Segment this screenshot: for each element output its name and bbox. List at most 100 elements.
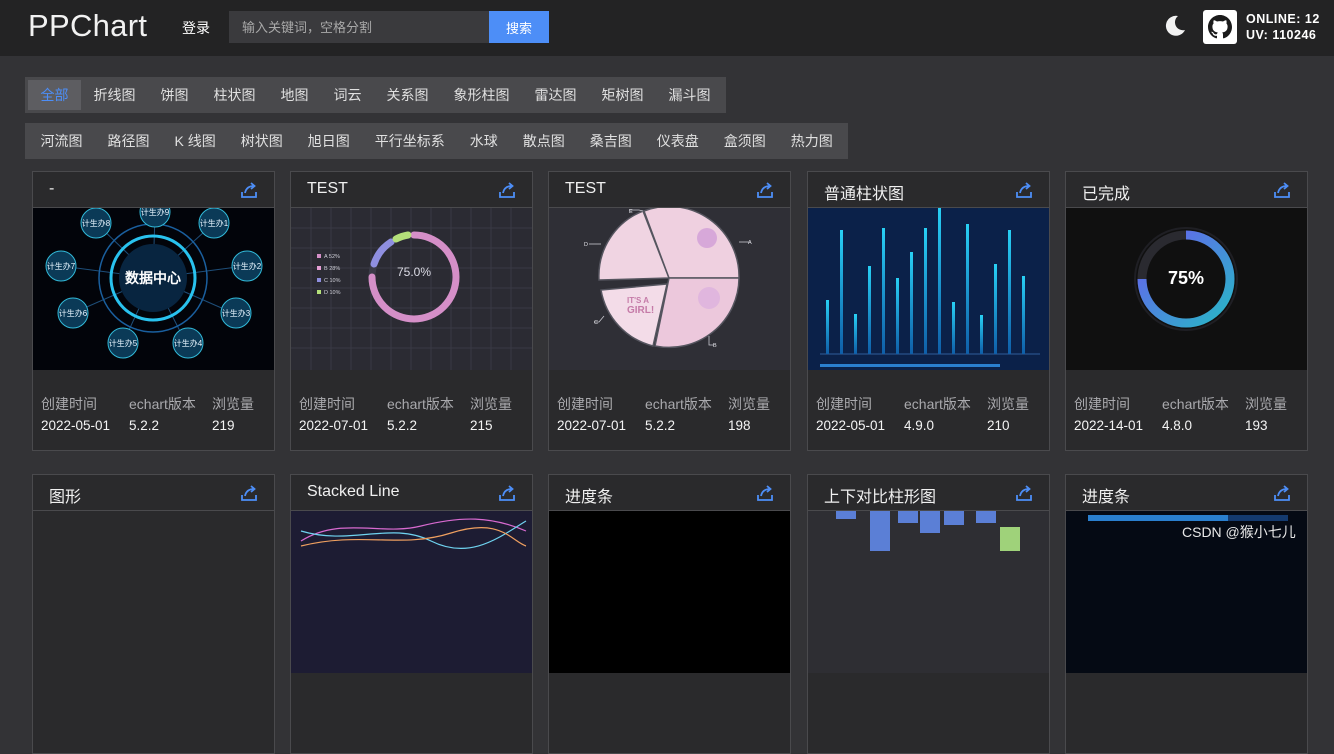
created-value: 2022-14-01	[1074, 418, 1144, 433]
category-heatmap[interactable]: 热力图	[778, 126, 845, 156]
version-label: echart版本	[387, 396, 454, 412]
svg-text:B 28%: B 28%	[324, 266, 340, 272]
share-icon[interactable]	[498, 181, 516, 199]
svg-text:B: B	[713, 343, 717, 349]
share-icon[interactable]	[240, 181, 258, 199]
category-candlestick[interactable]: K 线图	[162, 126, 228, 156]
chart-card[interactable]: 上下对比柱形图	[807, 474, 1050, 754]
chart-thumbnail[interactable]: 数据中心 计生办9 计生办1 计生办2 计生办3 计生办4 计生办5 计生办6 …	[33, 208, 274, 370]
thumb-center-label: 数据中心	[125, 270, 181, 286]
svg-text:计生办8: 计生办8	[82, 218, 111, 228]
visitor-stats: ONLINE: 12 UV: 110246	[1246, 11, 1320, 43]
version-label: echart版本	[1162, 396, 1229, 412]
card-title: 上下对比柱形图	[824, 489, 937, 506]
version-label: echart版本	[645, 396, 712, 412]
chart-thumbnail[interactable]: 75.0% A 52% B 28% C 10% D 10%	[291, 208, 532, 370]
category-pie[interactable]: 饼图	[148, 80, 201, 110]
svg-text:计生办3: 计生办3	[222, 308, 251, 318]
uv-label: UV:	[1246, 28, 1269, 42]
card-header: TEST	[291, 172, 532, 208]
thumb-percent: 75.0%	[397, 265, 431, 279]
card-meta: 创建时间 2022-05-01 echart版本 4.9.0 浏览量 210	[816, 394, 1049, 433]
card-header: 上下对比柱形图	[808, 475, 1049, 511]
category-treemap[interactable]: 矩树图	[589, 80, 656, 110]
category-scatter[interactable]: 散点图	[510, 126, 577, 156]
category-boxplot[interactable]: 盒须图	[711, 126, 778, 156]
chart-card[interactable]: - 数据中心 计生办9 计生办1 计生办2 计生办3 计生办4 计生办5 计生办…	[32, 171, 275, 451]
chart-thumbnail[interactable]	[808, 208, 1049, 370]
chart-thumbnail[interactable]	[808, 511, 1049, 673]
created-value: 2022-05-01	[41, 418, 111, 433]
created-label: 创建时间	[1074, 396, 1130, 412]
chart-thumbnail[interactable]	[33, 511, 274, 673]
chart-card[interactable]: 普通柱状图 创建时间 2022-05-01 echart版本 4.9.0 浏览量…	[807, 171, 1050, 451]
chart-card[interactable]: TEST IT'S A GIRL! E A B C D 创建时间 2022-07…	[548, 171, 791, 451]
chart-thumbnail[interactable]	[291, 511, 532, 673]
version-label: echart版本	[904, 396, 971, 412]
share-icon[interactable]	[1273, 484, 1291, 502]
category-funnel[interactable]: 漏斗图	[656, 80, 723, 110]
svg-text:计生办9: 计生办9	[141, 208, 170, 217]
category-liquidfill[interactable]: 水球	[457, 126, 510, 156]
category-map[interactable]: 地图	[268, 80, 321, 110]
svg-text:E: E	[629, 209, 633, 215]
card-header: 已完成	[1066, 172, 1307, 208]
search-button[interactable]: 搜索	[489, 11, 549, 43]
svg-text:计生办4: 计生办4	[174, 338, 203, 348]
category-tree[interactable]: 树状图	[228, 126, 295, 156]
card-header: Stacked Line	[291, 475, 532, 511]
category-sankey[interactable]: 桑吉图	[577, 126, 644, 156]
category-wordcloud[interactable]: 词云	[321, 80, 374, 110]
created-value: 2022-05-01	[816, 418, 886, 433]
svg-text:D 10%: D 10%	[324, 290, 341, 296]
chart-card[interactable]: 图形	[32, 474, 275, 754]
category-graph[interactable]: 关系图	[374, 80, 441, 110]
share-icon[interactable]	[1015, 181, 1033, 199]
chart-card[interactable]: 进度条	[548, 474, 791, 754]
category-radar[interactable]: 雷达图	[522, 80, 589, 110]
svg-text:C: C	[594, 320, 598, 326]
search-input[interactable]	[229, 11, 489, 43]
chart-card[interactable]: 进度条	[1065, 474, 1308, 754]
github-icon[interactable]	[1203, 10, 1237, 44]
category-line[interactable]: 折线图	[81, 80, 148, 110]
share-icon[interactable]	[498, 484, 516, 502]
category-lines[interactable]: 路径图	[95, 126, 162, 156]
share-icon[interactable]	[756, 484, 774, 502]
login-link[interactable]: 登录	[182, 18, 210, 38]
card-header: 进度条	[549, 475, 790, 511]
card-header: 进度条	[1066, 475, 1307, 511]
created-value: 2022-07-01	[557, 418, 627, 433]
svg-text:GIRL!: GIRL!	[627, 305, 654, 316]
chart-card[interactable]: 已完成 75% 创建时间 2022-14-01 echart版本 4.8.0 浏览量…	[1065, 171, 1308, 451]
category-pictorial-bar[interactable]: 象形柱图	[441, 80, 522, 110]
category-bar[interactable]: 柱状图	[201, 80, 268, 110]
chart-card[interactable]: TEST 75.0% A 52% B 28% C 10% D 10% 创建时间 2…	[290, 171, 533, 451]
card-title: Stacked Line	[307, 483, 400, 500]
chart-thumbnail[interactable]: 75%	[1066, 208, 1307, 370]
category-sunburst[interactable]: 旭日图	[295, 126, 362, 156]
views-label: 浏览量	[470, 396, 512, 412]
moon-icon[interactable]	[1162, 13, 1188, 39]
category-parallel[interactable]: 平行坐标系	[362, 126, 457, 156]
category-themeriver[interactable]: 河流图	[28, 126, 95, 156]
version-value: 5.2.2	[129, 418, 160, 433]
svg-text:计生办2: 计生办2	[233, 261, 262, 271]
svg-text:C 10%: C 10%	[324, 278, 341, 284]
category-all[interactable]: 全部	[28, 80, 81, 110]
top-bar: PPChart 登录 搜索 ONLINE: 12 UV: 110246	[0, 0, 1334, 56]
app-logo[interactable]: PPChart	[28, 8, 147, 44]
svg-text:计生办5: 计生办5	[109, 338, 138, 348]
share-icon[interactable]	[1273, 181, 1291, 199]
views-label: 浏览量	[1245, 396, 1287, 412]
card-meta: 创建时间 2022-14-01 echart版本 4.8.0 浏览量 193	[1074, 394, 1307, 433]
share-icon[interactable]	[1015, 484, 1033, 502]
svg-text:IT'S A: IT'S A	[627, 296, 649, 305]
chart-thumbnail[interactable]: IT'S A GIRL! E A B C D	[549, 208, 790, 370]
share-icon[interactable]	[240, 484, 258, 502]
category-gauge[interactable]: 仪表盘	[644, 126, 711, 156]
chart-thumbnail[interactable]	[549, 511, 790, 673]
version-value: 5.2.2	[387, 418, 418, 433]
share-icon[interactable]	[756, 181, 774, 199]
chart-card[interactable]: Stacked Line	[290, 474, 533, 754]
